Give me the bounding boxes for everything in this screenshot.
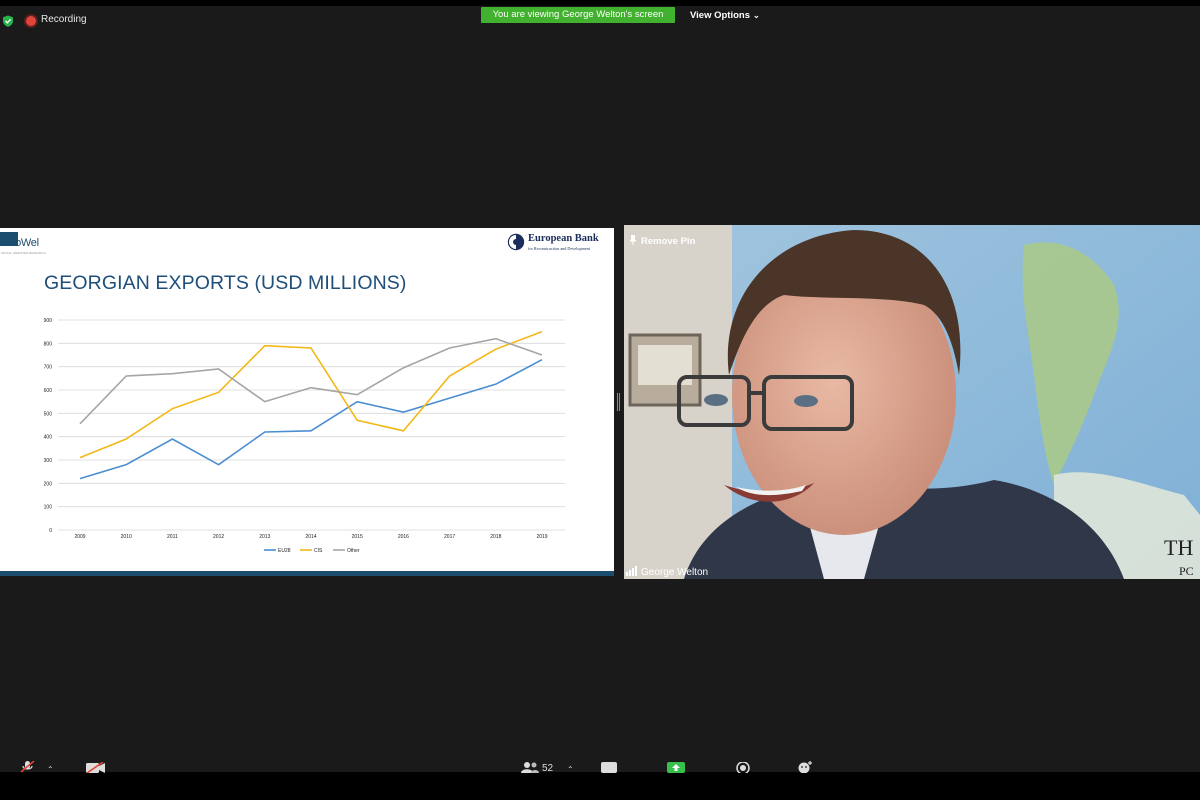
y-tick-label: 500 [44, 411, 53, 417]
x-tick-label: 2009 [74, 534, 85, 540]
shared-screen: GeoWel SOCIAL ORIENTED RESEARCH European… [0, 228, 614, 576]
y-tick-label: 700 [44, 365, 53, 371]
record-icon[interactable] [735, 762, 751, 773]
series-line-other [79, 337, 543, 425]
x-tick-label: 2015 [352, 534, 363, 540]
x-tick-label: 2012 [213, 534, 224, 540]
legend-label-other: Other [347, 548, 360, 554]
pin-icon [630, 235, 636, 245]
y-tick-label: 300 [44, 458, 53, 464]
shield-icon[interactable] [2, 15, 14, 27]
legend-label-cis: CIS [314, 548, 323, 554]
share-screen-icon[interactable] [667, 762, 685, 773]
y-tick-label: 200 [44, 481, 53, 487]
participant-video[interactable]: TH PC [624, 225, 1200, 579]
recording-icon [26, 16, 36, 26]
chevron-down-icon: ⌄ [753, 11, 760, 20]
x-tick-label: 2017 [444, 534, 455, 540]
x-tick-label: 2016 [398, 534, 409, 540]
reactions-icon[interactable] [797, 761, 813, 773]
remove-pin-button[interactable]: Remove Pin [630, 235, 695, 249]
slide-footer-bar [0, 571, 614, 576]
x-tick-label: 2013 [259, 534, 270, 540]
view-options-button[interactable]: View Options ⌄ [690, 8, 760, 23]
y-tick-label: 400 [44, 435, 53, 441]
view-options-label: View Options [690, 10, 751, 21]
remove-pin-label: Remove Pin [641, 236, 696, 247]
participant-name-tag: George Welton [626, 566, 708, 578]
y-tick-label: 800 [44, 341, 53, 347]
recording-label: Recording [41, 14, 87, 25]
x-tick-label: 2011 [167, 534, 178, 540]
y-tick-label: 600 [44, 388, 53, 394]
signal-strength-icon [626, 566, 637, 576]
series-line-eu28 [79, 358, 543, 480]
viewing-screen-banner: You are viewing George Welton's screen [481, 7, 675, 23]
background-text-pc: PC [1179, 564, 1194, 578]
participants-count: 52 [542, 763, 554, 774]
participants-icon[interactable] [521, 762, 539, 773]
exports-line-chart: 0 100 200 300 400 500 600 700 800 900 2009 2010 2011… [44, 318, 565, 554]
y-tick-label: 0 [49, 528, 52, 534]
series-line-cis [79, 330, 543, 459]
stop-video-icon[interactable] [86, 762, 106, 773]
participant-name: George Welton [641, 567, 709, 578]
x-tick-label: 2014 [305, 534, 316, 540]
x-tick-label: 2019 [536, 534, 547, 540]
y-tick-label: 100 [44, 505, 53, 511]
bottom-letterbox [0, 772, 1200, 800]
y-tick-label: 900 [44, 318, 53, 324]
audio-options-chevron-icon[interactable]: ⌃ [47, 765, 54, 774]
mute-microphone-icon[interactable] [20, 761, 36, 773]
legend-label-eu28: EU28 [278, 548, 291, 554]
x-tick-label: 2010 [121, 534, 132, 540]
participants-options-chevron-icon[interactable]: ⌃ [567, 765, 574, 774]
panel-splitter-handle[interactable] [617, 393, 620, 411]
background-text-th: TH [1164, 535, 1193, 560]
x-tick-label: 2018 [490, 534, 501, 540]
chat-icon[interactable] [601, 762, 617, 773]
